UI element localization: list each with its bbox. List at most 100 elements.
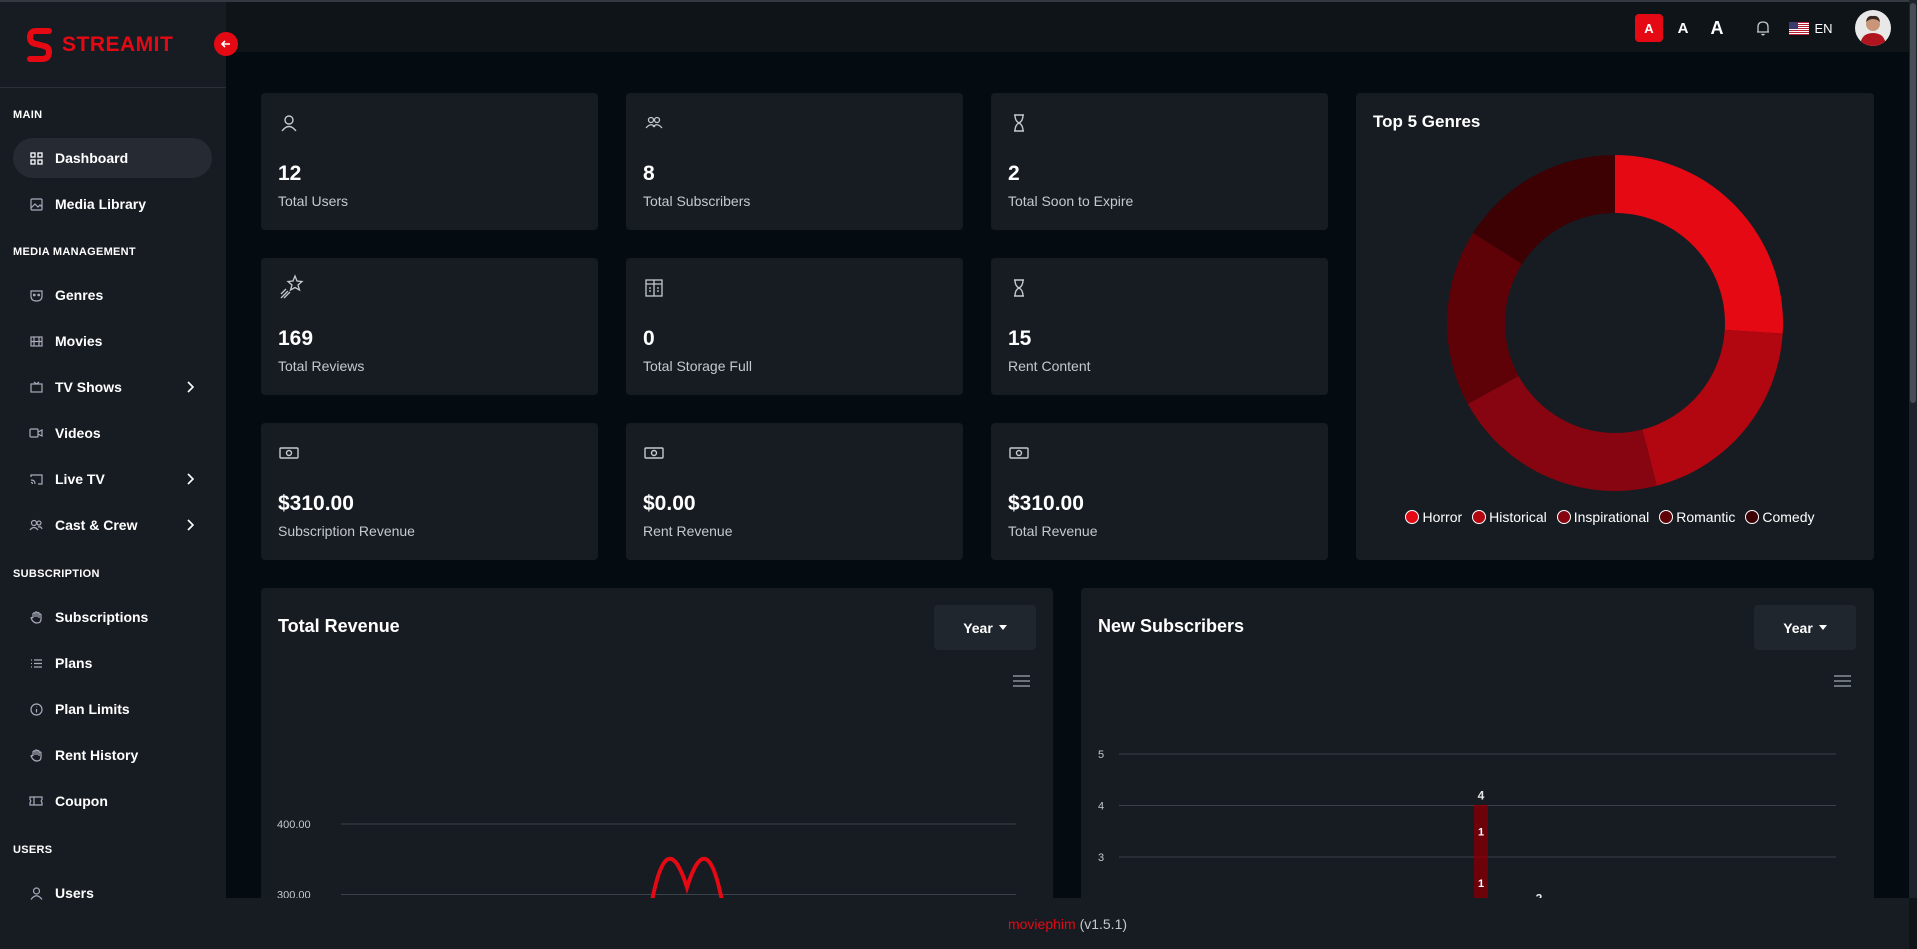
donut-slice-historical[interactable] bbox=[1642, 329, 1783, 486]
topbar: A A A EN bbox=[226, 0, 1917, 52]
sidebar-item-videos[interactable]: Videos bbox=[13, 413, 212, 453]
sidebar-item-subscriptions[interactable]: Subscriptions bbox=[13, 597, 212, 637]
stat-value: $310.00 bbox=[278, 492, 354, 515]
legend-label: Horror bbox=[1422, 509, 1463, 525]
money-icon bbox=[279, 447, 299, 459]
stat-label: Rent Revenue bbox=[643, 523, 733, 539]
stat-card-subscription-revenue: $310.00 Subscription Revenue bbox=[261, 423, 598, 560]
sidebar-item-rent-history[interactable]: Rent History bbox=[13, 735, 212, 775]
donut-slice-horror[interactable] bbox=[1615, 155, 1783, 334]
genres-legend: Horror Historical Inspirational Romantic Com… bbox=[1356, 509, 1874, 525]
font-size-medium-button[interactable]: A bbox=[1672, 14, 1694, 42]
sidebar-collapse-button[interactable] bbox=[214, 32, 238, 56]
video-icon bbox=[29, 426, 43, 440]
user-avatar[interactable] bbox=[1855, 10, 1891, 46]
money-icon bbox=[1009, 447, 1029, 459]
stat-card-soon-to-expire: 2 Total Soon to Expire bbox=[991, 93, 1328, 230]
brand-logo[interactable]: STREAMIT bbox=[0, 2, 226, 88]
footer-version: (v1.5.1) bbox=[1079, 915, 1128, 932]
new-subscribers-card: New Subscribers Year 54324112 bbox=[1081, 588, 1874, 898]
legend-label: Comedy bbox=[1762, 509, 1815, 525]
bar-segment-label: 1 bbox=[1478, 826, 1484, 838]
font-size-small-button[interactable]: A bbox=[1635, 14, 1663, 42]
sidebar-item-label: Cast & Crew bbox=[55, 517, 138, 533]
sidebar-item-label: Movies bbox=[55, 333, 103, 349]
bar-segment-label: 1 bbox=[1478, 878, 1484, 890]
scrollbar-thumb[interactable] bbox=[1910, 3, 1916, 403]
hourglass-icon bbox=[1014, 279, 1024, 297]
avatar-icon bbox=[1860, 15, 1886, 46]
sidebar-item-label: Genres bbox=[55, 287, 104, 303]
legend-item-horror[interactable]: Horror bbox=[1405, 509, 1462, 525]
stat-value: 169 bbox=[278, 327, 314, 350]
stat-value: $310.00 bbox=[1008, 492, 1084, 515]
sidebar-item-plan-limits[interactable]: Plan Limits bbox=[13, 689, 212, 729]
y-tick-label: 3 bbox=[1098, 852, 1104, 864]
y-tick-label: 400.00 bbox=[277, 819, 311, 831]
sidebar-item-label: Live TV bbox=[55, 471, 105, 487]
language-selector[interactable]: EN bbox=[1786, 14, 1836, 42]
sidebar-item-dashboard[interactable]: Dashboard bbox=[13, 138, 212, 178]
stat-label: Rent Content bbox=[1008, 358, 1091, 374]
info-icon bbox=[29, 702, 43, 716]
sidebar-item-media-library[interactable]: Media Library bbox=[13, 184, 212, 224]
arrow-left-icon bbox=[220, 40, 230, 48]
legend-item-inspirational[interactable]: Inspirational bbox=[1556, 509, 1650, 525]
chevron-right-icon bbox=[186, 518, 195, 534]
stat-card-total-subscribers: 8 Total Subscribers bbox=[626, 93, 963, 230]
sidebar-item-label: Videos bbox=[55, 425, 101, 441]
font-size-large-button[interactable]: A bbox=[1705, 14, 1729, 42]
legend-item-historical[interactable]: Historical bbox=[1472, 509, 1547, 525]
total-revenue-card: Total Revenue Year 400.00300.00200.00 bbox=[261, 588, 1053, 898]
stat-label: Total Subscribers bbox=[643, 193, 751, 209]
stat-card-storage-full: 0 Total Storage Full bbox=[626, 258, 963, 395]
hourglass-icon bbox=[1014, 114, 1024, 132]
cast-icon bbox=[29, 472, 43, 486]
nav-section-subscription: SUBSCRIPTION bbox=[13, 568, 100, 580]
legend-label: Inspirational bbox=[1573, 509, 1650, 525]
footer-brand-link[interactable]: moviephim bbox=[1008, 916, 1076, 932]
legend-marker bbox=[1659, 510, 1674, 524]
stat-label: Total Soon to Expire bbox=[1008, 193, 1134, 209]
notification-button[interactable] bbox=[1752, 14, 1774, 42]
sidebar-item-live-tv[interactable]: Live TV bbox=[13, 459, 212, 499]
top-genres-card: Top 5 Genres Horror Historical Inspiration… bbox=[1356, 93, 1874, 560]
legend-item-romantic[interactable]: Romantic bbox=[1659, 509, 1735, 525]
us-flag-icon bbox=[1789, 21, 1810, 35]
legend-marker bbox=[1472, 510, 1487, 524]
user-icon bbox=[281, 115, 297, 132]
sidebar-item-cast-crew[interactable]: Cast & Crew bbox=[13, 505, 212, 545]
sidebar-item-coupon[interactable]: Coupon bbox=[13, 781, 212, 821]
legend-marker bbox=[1405, 510, 1420, 524]
page-scrollbar[interactable] bbox=[1909, 0, 1917, 898]
sidebar-item-users[interactable]: Users bbox=[13, 873, 212, 913]
sidebar-item-genres[interactable]: Genres bbox=[13, 275, 212, 315]
donut-slice-inspirational[interactable] bbox=[1467, 375, 1657, 492]
sidebar-item-label: Users bbox=[55, 885, 94, 901]
revenue-series-line[interactable] bbox=[649, 856, 725, 898]
stat-card-total-revenue: $310.00 Total Revenue bbox=[991, 423, 1328, 560]
stat-value: $0.00 bbox=[643, 492, 696, 515]
legend-item-comedy[interactable]: Comedy bbox=[1745, 509, 1815, 525]
y-tick-label: 4 bbox=[1098, 801, 1104, 813]
image-icon bbox=[29, 197, 43, 211]
sidebar-item-plans[interactable]: Plans bbox=[13, 643, 212, 683]
stat-value: 15 bbox=[1008, 327, 1032, 350]
stat-value: 12 bbox=[278, 162, 302, 185]
donut-slice-romantic[interactable] bbox=[1447, 232, 1523, 404]
sidebar-item-label: TV Shows bbox=[55, 379, 122, 395]
tv-icon bbox=[29, 380, 43, 394]
money-icon bbox=[644, 447, 664, 459]
sidebar-item-movies[interactable]: Movies bbox=[13, 321, 212, 361]
storage-icon bbox=[645, 279, 663, 297]
sidebar-item-tv-shows[interactable]: TV Shows bbox=[13, 367, 212, 407]
main-content: 12 Total Users 8 Total Subscribers 2 Tot… bbox=[226, 52, 1909, 898]
stat-card-total-reviews: 169 Total Reviews bbox=[261, 258, 598, 395]
mask-icon bbox=[29, 288, 43, 302]
stat-label: Total Users bbox=[278, 193, 349, 209]
sidebar-item-label: Rent History bbox=[55, 747, 139, 763]
footer: moviephim (v1.5.1) bbox=[226, 898, 1909, 949]
stat-value: 0 bbox=[643, 327, 655, 350]
stat-label: Subscription Revenue bbox=[278, 523, 415, 539]
hand-icon bbox=[29, 748, 43, 762]
